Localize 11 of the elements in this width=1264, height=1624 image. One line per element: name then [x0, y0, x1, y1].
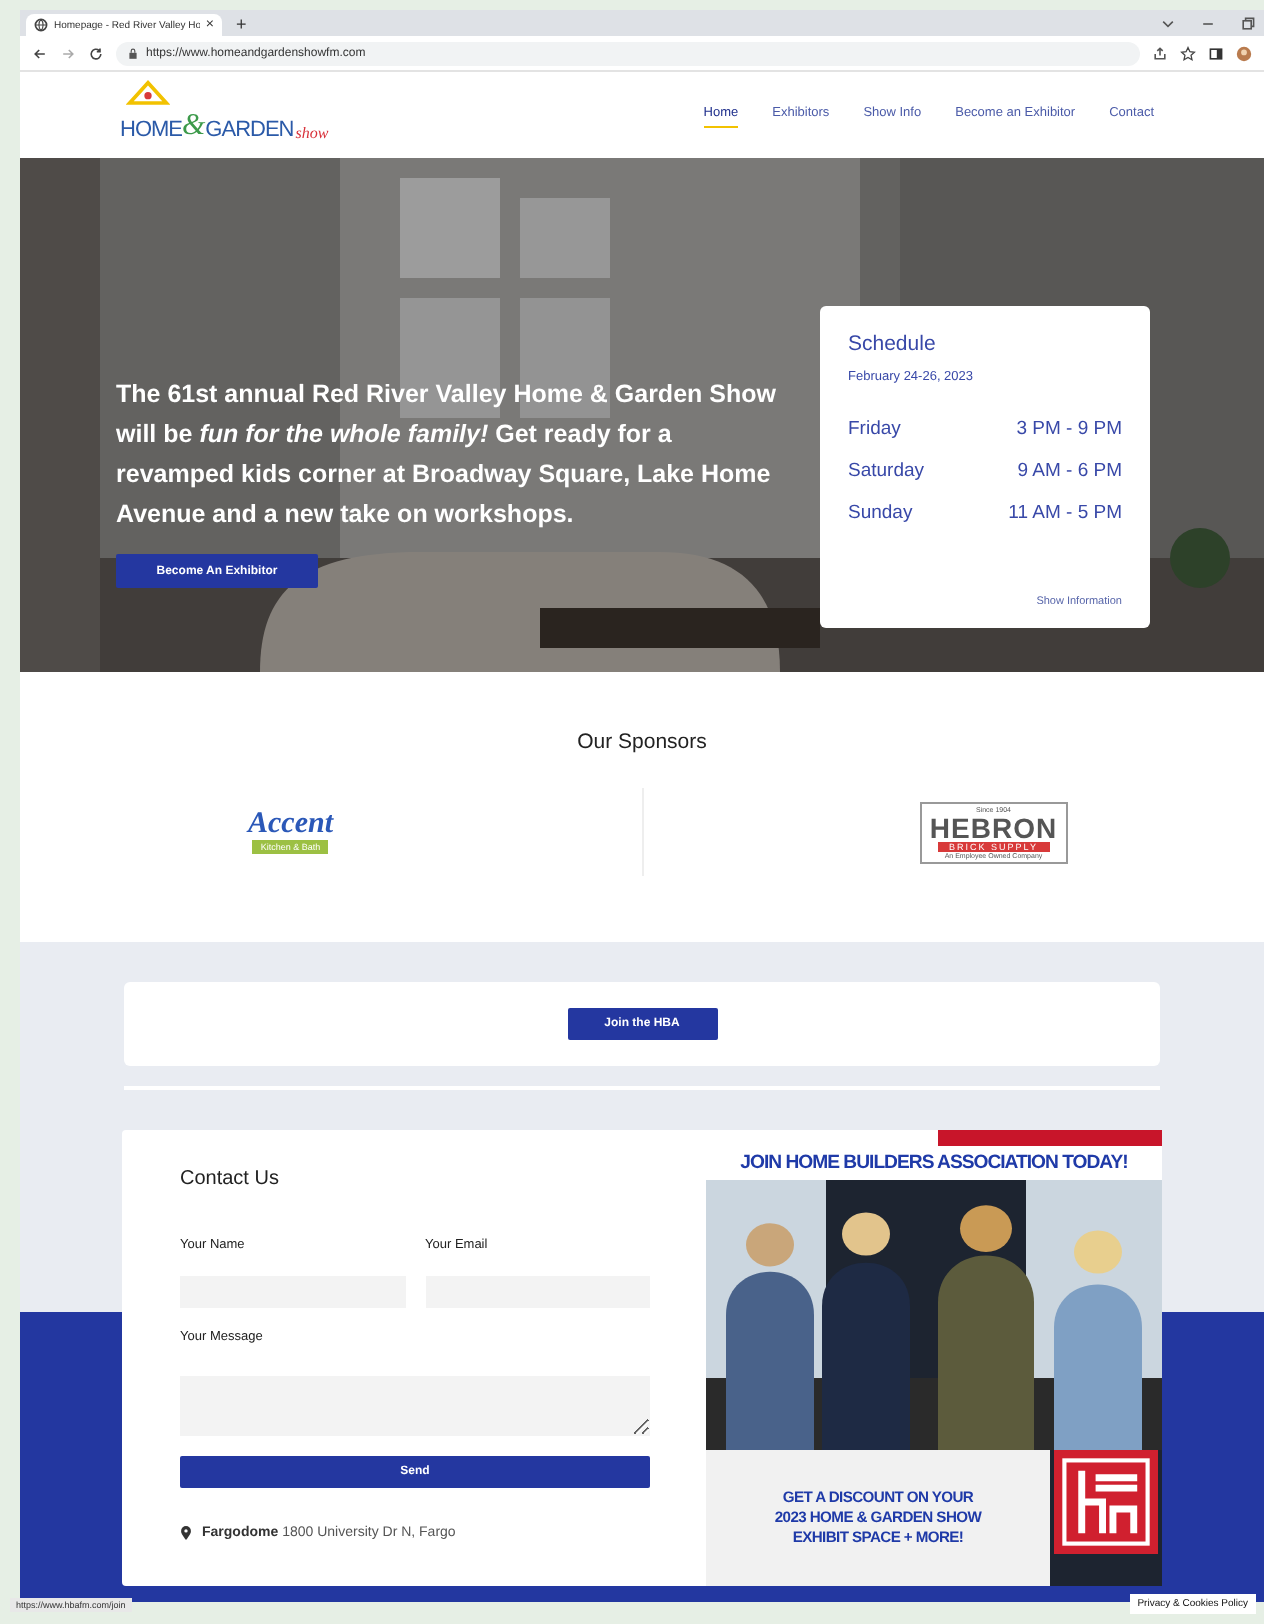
schedule-title: Schedule — [848, 332, 938, 356]
sponsors-heading: Our Sponsors — [577, 730, 707, 754]
new-tab-button[interactable]: + — [230, 14, 253, 36]
schedule-hours: 9 AM - 6 PM — [1017, 460, 1122, 482]
schedule-day: Saturday — [848, 460, 925, 482]
schedule-hours: 3 PM - 9 PM — [1016, 418, 1122, 440]
contact-heading: Contact Us — [180, 1168, 281, 1190]
schedule-hours: 11 AM - 5 PM — [1008, 502, 1122, 524]
hero-text: The 61st annual Red River Valley Home & Garden Show will be fun for the whole family! Get ready for a revamped kids corner at Broadway Square, Lake Home Avenue and a new take on workshops. — [116, 378, 778, 532]
schedule-day: Sunday — [848, 502, 913, 524]
schedule-day: Friday — [848, 418, 901, 440]
